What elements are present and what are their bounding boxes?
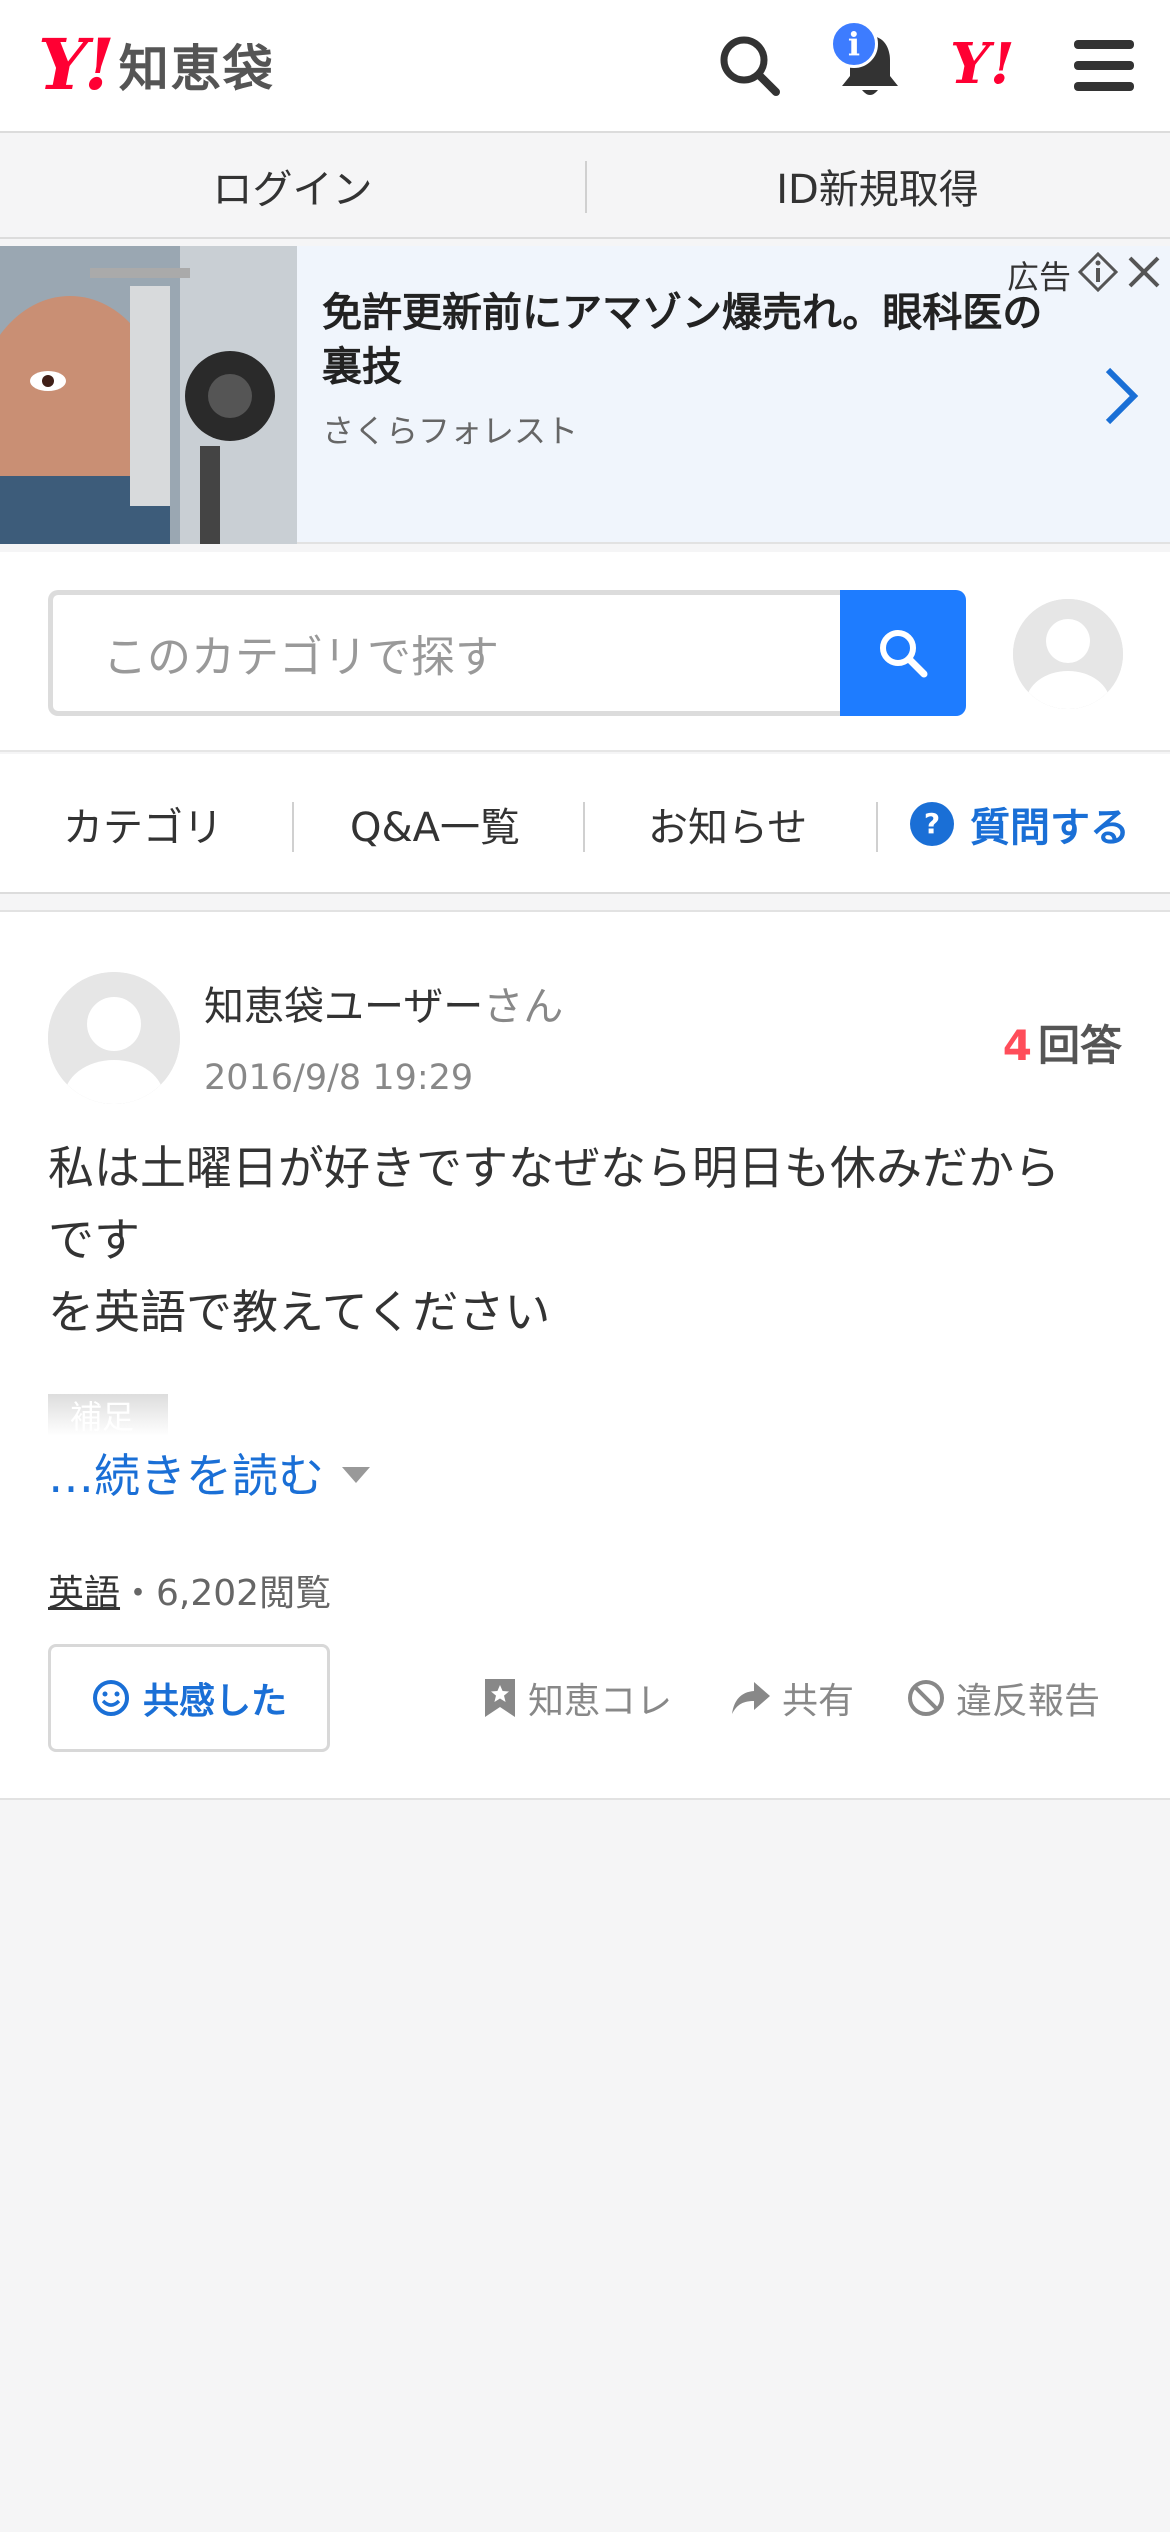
save-chie-collection-button[interactable]: 知恵コレ — [482, 1664, 672, 1732]
questioner-name: 知恵袋ユーザーさん — [204, 974, 563, 1032]
share-arrow-icon — [732, 1682, 770, 1714]
ad-close-icon[interactable] — [1124, 252, 1164, 296]
login-link[interactable]: ログイン — [0, 135, 585, 237]
report-label: 違反報告 — [956, 1681, 1101, 1722]
caret-down-icon — [342, 1467, 370, 1483]
search-icon — [880, 630, 928, 678]
question-body: 私は土曜日が好きですなぜなら明日も休みだから です を英語で教えてください — [48, 1141, 1060, 1339]
view-count: ・6,202閲覧 — [120, 1573, 332, 1614]
bookmark-star-icon — [485, 1679, 515, 1717]
question-date: 2016/9/8 19:29 — [204, 1058, 474, 1098]
user-suffix: さん — [483, 984, 564, 1030]
save-label: 知恵コレ — [528, 1681, 673, 1722]
chevron-right-icon[interactable] — [1100, 364, 1140, 432]
yahoo-top-link[interactable]: Y! — [950, 36, 1015, 92]
nav-news[interactable]: お知らせ — [648, 754, 807, 894]
search-icon[interactable] — [714, 30, 786, 102]
empathy-button[interactable]: 共感した — [48, 1644, 330, 1752]
yahoo-logo-mark: Y! — [38, 23, 115, 106]
ad-title[interactable]: 免許更新前にアマゾン爆売れ。眼科医の裏技 — [322, 286, 1062, 394]
share-button[interactable]: 共有 — [730, 1664, 854, 1732]
divider — [876, 802, 878, 852]
user-avatar[interactable] — [1013, 599, 1123, 709]
category-link[interactable]: 英語 — [48, 1573, 120, 1614]
ad-image — [0, 246, 297, 544]
share-label: 共有 — [782, 1681, 855, 1722]
ad-banner[interactable]: 免許更新前にアマゾン爆売れ。眼科医の裏技 さくらフォレスト 広告 — [0, 246, 1170, 544]
nav-qa-list[interactable]: Q&A一覧 — [350, 754, 520, 894]
chiebukuro-logo[interactable]: Y! 知恵袋 — [38, 30, 275, 100]
ask-question-label: 質問する — [970, 805, 1130, 851]
question-meta: 英語・6,202閲覧 — [48, 1564, 331, 1616]
search-input[interactable]: このカテゴリで探す — [48, 590, 843, 716]
category-nav: カテゴリ Q&A一覧 お知らせ ? 質問する — [0, 754, 1170, 894]
read-more-label: …続きを読む — [48, 1449, 324, 1503]
read-more-link[interactable]: …続きを読む — [48, 1440, 370, 1506]
answer-count-number: 4 — [1002, 1021, 1032, 1070]
divider — [292, 802, 294, 852]
answer-count[interactable]: 4 回答 — [1003, 1012, 1122, 1073]
app-header: Y! 知恵袋 i Y! — [0, 0, 1170, 133]
question-card: 知恵袋ユーザーさん 2016/9/8 19:29 4 回答 私は土曜日が好きですな… — [0, 910, 1170, 1800]
ad-info-icon[interactable] — [1077, 251, 1119, 296]
smile-icon — [92, 1680, 129, 1716]
search-button[interactable] — [840, 590, 966, 716]
auth-bar: ログイン ID新規取得 — [0, 135, 1170, 239]
ask-question-button[interactable]: ? 質問する — [908, 754, 1130, 894]
report-button[interactable]: 違反報告 — [906, 1664, 1100, 1732]
questioner-avatar — [48, 972, 180, 1104]
divider — [585, 161, 587, 213]
nav-category[interactable]: カテゴリ — [63, 754, 223, 894]
svg-text:?: ? — [924, 807, 940, 840]
question-icon: ? — [910, 802, 954, 846]
notification-badge: i — [830, 20, 878, 68]
empathy-label: 共感した — [142, 1681, 287, 1722]
supplement-label: 補足 — [48, 1394, 168, 1436]
category-search: このカテゴリで探す — [0, 552, 1170, 752]
ad-label: 広告 — [1007, 258, 1072, 296]
logo-text: 知恵袋 — [118, 40, 275, 98]
answer-count-label: 回答 — [1037, 1021, 1122, 1070]
user-name: 知恵袋ユーザー — [204, 984, 484, 1030]
ad-sponsor: さくらフォレスト — [322, 412, 579, 450]
divider — [583, 802, 585, 852]
prohibited-icon — [908, 1680, 944, 1716]
menu-icon[interactable] — [1068, 30, 1140, 102]
register-link[interactable]: ID新規取得 — [585, 135, 1170, 237]
